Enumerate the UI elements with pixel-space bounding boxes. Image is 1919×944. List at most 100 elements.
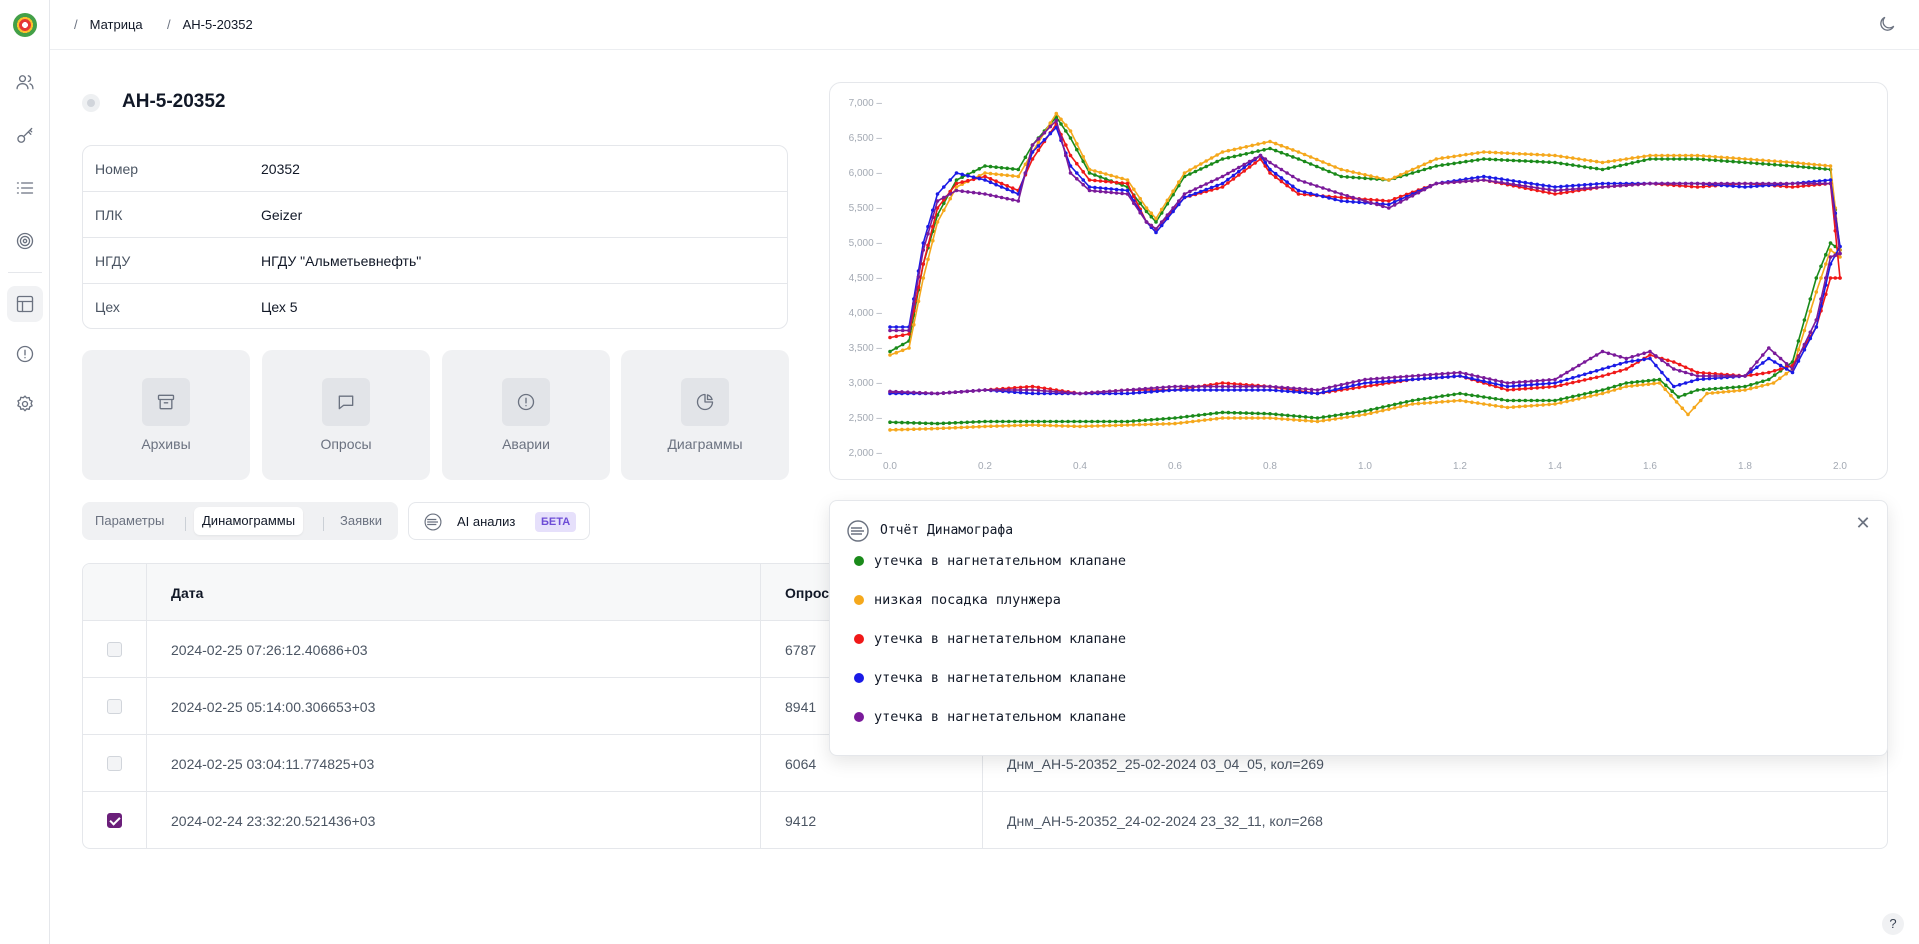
series-point-5 xyxy=(929,391,934,396)
series-point-2 xyxy=(1138,196,1142,201)
breadcrumb-item-matrix[interactable]: / Матрица xyxy=(74,17,143,32)
series-point-1 xyxy=(941,421,946,426)
series-point-3 xyxy=(1087,178,1092,182)
series-point-2 xyxy=(983,171,987,175)
series-point-5 xyxy=(1499,379,1504,384)
row-checkbox[interactable] xyxy=(107,699,122,714)
list-icon[interactable] xyxy=(7,170,43,206)
help-button[interactable]: ? xyxy=(1882,913,1904,935)
series-point-3 xyxy=(931,224,935,229)
breadcrumb-label[interactable]: Матрица xyxy=(90,17,143,32)
series-point-2 xyxy=(931,238,935,243)
breadcrumb-item-current: / АН-5-20352 xyxy=(167,17,253,32)
series-point-1 xyxy=(1683,392,1687,397)
series-point-5 xyxy=(1345,381,1349,386)
series-point-3 xyxy=(1695,370,1700,375)
series-point-2 xyxy=(1274,416,1278,421)
series-point-1 xyxy=(1297,414,1302,419)
series-point-5 xyxy=(1565,187,1569,192)
series-point-4 xyxy=(1202,388,1207,392)
series-point-1 xyxy=(1824,252,1828,257)
series-point-5 xyxy=(1143,386,1148,391)
y-tick-label: 7,000 – xyxy=(849,98,883,109)
layout-icon[interactable] xyxy=(7,286,43,322)
table-row[interactable]: 2024-02-24 23:32:20.521436+03 9412 Днм_А… xyxy=(83,792,1887,848)
series-point-2 xyxy=(1654,153,1658,158)
series-point-1 xyxy=(1482,395,1486,399)
series-point-5 xyxy=(1529,185,1533,189)
users-icon[interactable] xyxy=(7,64,43,100)
series-point-1 xyxy=(1689,390,1693,395)
series-point-2 xyxy=(1081,154,1085,159)
series-point-4 xyxy=(888,325,892,329)
series-point-2 xyxy=(1464,399,1468,404)
series-point-1 xyxy=(1618,383,1623,387)
tab-dynamograms[interactable]: Динамограммы xyxy=(194,507,304,535)
close-icon[interactable]: ✕ xyxy=(1853,513,1873,533)
row-checkbox[interactable] xyxy=(107,756,122,771)
moon-icon[interactable] xyxy=(1877,14,1899,36)
series-point-1 xyxy=(1244,152,1249,156)
tile-alarms[interactable]: Аварии xyxy=(442,350,610,480)
tile-polls[interactable]: Опросы xyxy=(262,350,430,480)
series-point-1 xyxy=(1612,384,1617,389)
series-point-4 xyxy=(1814,325,1819,329)
target-icon[interactable] xyxy=(7,223,43,259)
series-point-5 xyxy=(1493,180,1498,184)
series-point-4 xyxy=(1588,370,1593,375)
series-point-2 xyxy=(1119,423,1124,428)
series-point-5 xyxy=(1422,373,1427,377)
series-point-1 xyxy=(959,420,964,425)
row-select xyxy=(83,735,147,792)
series-point-5 xyxy=(1838,251,1842,256)
series-point-5 xyxy=(1707,181,1712,186)
series-point-2 xyxy=(1159,207,1164,212)
series-point-2 xyxy=(1636,155,1640,160)
series-point-5 xyxy=(1119,388,1124,393)
series-point-2 xyxy=(1149,211,1154,215)
series-point-5 xyxy=(1778,356,1783,361)
app-logo[interactable] xyxy=(13,13,37,37)
series-point-1 xyxy=(1464,159,1468,164)
series-point-1 xyxy=(1594,389,1599,394)
series-point-1 xyxy=(1683,157,1688,161)
info-value: 20352 xyxy=(261,160,300,177)
series-point-2 xyxy=(1179,421,1183,425)
key-icon[interactable] xyxy=(7,118,43,154)
series-point-5 xyxy=(1446,180,1450,185)
series-point-5 xyxy=(1333,190,1337,194)
series-point-5 xyxy=(1440,372,1444,376)
series-point-1 xyxy=(995,419,999,424)
tile-archives[interactable]: Архивы xyxy=(82,350,250,480)
row-checkbox[interactable] xyxy=(107,813,122,828)
ai-analysis-button[interactable]: AI анализ БЕТА xyxy=(408,502,590,540)
row-checkbox[interactable] xyxy=(107,642,122,657)
series-point-1 xyxy=(1410,398,1415,403)
series-point-3 xyxy=(1068,153,1073,158)
series-point-2 xyxy=(1517,152,1522,156)
series-point-2 xyxy=(926,257,930,262)
series-point-5 xyxy=(1171,206,1175,210)
tab-parameters[interactable]: Параметры xyxy=(87,507,172,535)
series-point-5 xyxy=(917,390,922,395)
series-point-1 xyxy=(1042,419,1047,424)
series-point-5 xyxy=(1315,388,1320,392)
x-tick-label: 0.4 xyxy=(1073,461,1087,472)
alert-icon[interactable] xyxy=(7,336,43,372)
series-point-2 xyxy=(1165,198,1170,203)
series-point-4 xyxy=(1098,186,1103,190)
info-key: Цех xyxy=(95,299,120,315)
settings-icon[interactable] xyxy=(7,386,43,422)
y-tick-label: 4,000 – xyxy=(849,308,883,319)
tab-requests[interactable]: Заявки xyxy=(332,507,390,535)
series-point-5 xyxy=(1059,136,1063,140)
series-point-1 xyxy=(1755,381,1759,385)
series-point-1 xyxy=(1315,164,1319,169)
series-point-3 xyxy=(1772,369,1777,373)
series-point-3 xyxy=(1226,381,1231,386)
series-point-2 xyxy=(1828,164,1833,168)
series-point-2 xyxy=(1030,423,1035,427)
series-point-1 xyxy=(1296,157,1301,161)
tile-diagrams[interactable]: Диаграммы xyxy=(621,350,789,480)
series-point-4 xyxy=(1767,356,1771,361)
